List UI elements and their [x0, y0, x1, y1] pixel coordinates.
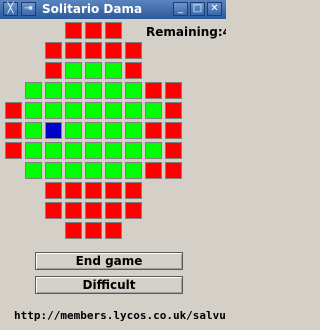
empty-cell[interactable] — [45, 182, 62, 199]
peg-cell[interactable] — [25, 122, 42, 139]
empty-cell[interactable] — [145, 162, 162, 179]
peg-cell[interactable] — [85, 82, 102, 99]
minimize-icon[interactable]: _ — [173, 2, 188, 16]
empty-cell[interactable] — [65, 222, 82, 239]
maximize-icon[interactable]: □ — [190, 2, 205, 16]
peg-cell[interactable] — [85, 162, 102, 179]
empty-cell[interactable] — [125, 42, 142, 59]
empty-cell[interactable] — [85, 222, 102, 239]
empty-cell[interactable] — [85, 42, 102, 59]
empty-cell[interactable] — [145, 82, 162, 99]
peg-cell[interactable] — [105, 122, 122, 139]
pin-icon[interactable]: ⇥ — [21, 2, 36, 16]
peg-cell[interactable] — [85, 142, 102, 159]
selected-peg-cell[interactable] — [45, 122, 62, 139]
peg-cell[interactable] — [45, 102, 62, 119]
peg-cell[interactable] — [65, 162, 82, 179]
website-url: http://members.lycos.co.uk/salvu — [14, 309, 226, 322]
peg-cell[interactable] — [125, 142, 142, 159]
peg-cell[interactable] — [65, 122, 82, 139]
peg-cell[interactable] — [65, 142, 82, 159]
peg-cell[interactable] — [85, 122, 102, 139]
empty-cell[interactable] — [165, 102, 182, 119]
peg-cell[interactable] — [85, 102, 102, 119]
empty-cell[interactable] — [85, 182, 102, 199]
empty-cell[interactable] — [65, 22, 82, 39]
empty-cell[interactable] — [85, 202, 102, 219]
title-bar: ╳ ⇥ Solitario Dama _ □ ✕ — [0, 0, 226, 19]
peg-cell[interactable] — [105, 162, 122, 179]
empty-cell[interactable] — [5, 122, 22, 139]
remaining-counter: Remaining:4 — [146, 25, 226, 39]
empty-cell[interactable] — [45, 42, 62, 59]
empty-cell[interactable] — [125, 62, 142, 79]
empty-cell[interactable] — [5, 102, 22, 119]
peg-cell[interactable] — [105, 82, 122, 99]
empty-cell[interactable] — [105, 22, 122, 39]
window-title: Solitario Dama — [42, 2, 143, 16]
peg-cell[interactable] — [25, 82, 42, 99]
peg-cell[interactable] — [105, 102, 122, 119]
peg-cell[interactable] — [45, 82, 62, 99]
empty-cell[interactable] — [45, 202, 62, 219]
empty-cell[interactable] — [165, 162, 182, 179]
empty-cell[interactable] — [45, 62, 62, 79]
peg-cell[interactable] — [65, 62, 82, 79]
peg-cell[interactable] — [105, 62, 122, 79]
game-area: Remaining:4 End game Difficult http://me… — [0, 19, 226, 330]
peg-cell[interactable] — [25, 102, 42, 119]
peg-cell[interactable] — [145, 142, 162, 159]
difficult-button[interactable]: Difficult — [35, 276, 183, 294]
empty-cell[interactable] — [85, 22, 102, 39]
empty-cell[interactable] — [105, 202, 122, 219]
empty-cell[interactable] — [105, 222, 122, 239]
end-game-button[interactable]: End game — [35, 252, 183, 270]
empty-cell[interactable] — [125, 182, 142, 199]
peg-cell[interactable] — [125, 102, 142, 119]
peg-cell[interactable] — [65, 102, 82, 119]
peg-cell[interactable] — [125, 162, 142, 179]
empty-cell[interactable] — [125, 202, 142, 219]
empty-cell[interactable] — [5, 142, 22, 159]
empty-cell[interactable] — [165, 122, 182, 139]
game-board — [0, 19, 226, 254]
empty-cell[interactable] — [65, 202, 82, 219]
empty-cell[interactable] — [145, 122, 162, 139]
peg-cell[interactable] — [125, 122, 142, 139]
peg-cell[interactable] — [65, 82, 82, 99]
empty-cell[interactable] — [105, 182, 122, 199]
empty-cell[interactable] — [105, 42, 122, 59]
empty-cell[interactable] — [65, 182, 82, 199]
peg-cell[interactable] — [45, 162, 62, 179]
peg-cell[interactable] — [125, 82, 142, 99]
peg-cell[interactable] — [45, 142, 62, 159]
peg-cell[interactable] — [25, 162, 42, 179]
peg-cell[interactable] — [85, 62, 102, 79]
empty-cell[interactable] — [165, 142, 182, 159]
empty-cell[interactable] — [165, 82, 182, 99]
peg-cell[interactable] — [105, 142, 122, 159]
empty-cell[interactable] — [65, 42, 82, 59]
close-window-icon[interactable]: ✕ — [207, 2, 222, 16]
close-icon[interactable]: ╳ — [3, 2, 18, 16]
peg-cell[interactable] — [145, 102, 162, 119]
peg-cell[interactable] — [25, 142, 42, 159]
